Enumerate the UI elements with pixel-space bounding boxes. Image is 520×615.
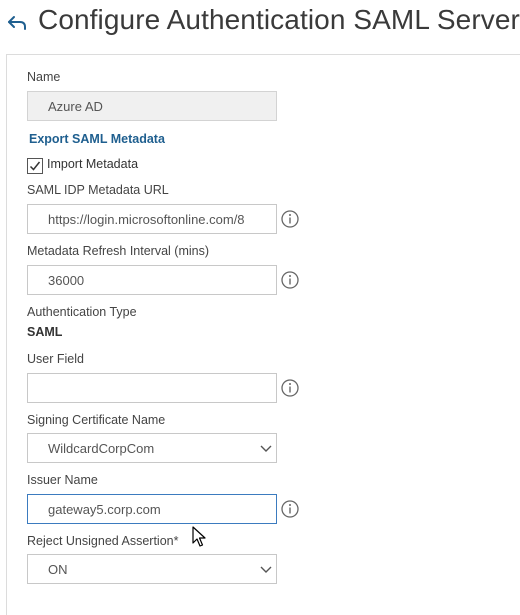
- info-icon[interactable]: [281, 271, 299, 289]
- signing-cert-value: WildcardCorpCom: [48, 441, 155, 456]
- chevron-down-icon: [260, 445, 272, 452]
- export-saml-metadata-link[interactable]: Export SAML Metadata: [29, 132, 165, 146]
- checkmark-icon: [29, 161, 41, 171]
- info-icon[interactable]: [281, 210, 299, 228]
- auth-type-label: Authentication Type: [27, 305, 137, 319]
- idp-url-value: https://login.microsoftonline.com/8: [48, 212, 245, 227]
- refresh-interval-value: 36000: [48, 273, 85, 288]
- signing-cert-select[interactable]: WildcardCorpCom: [27, 433, 277, 463]
- info-icon[interactable]: [281, 379, 299, 397]
- mouse-pointer-icon: [192, 526, 206, 547]
- issuer-name-input[interactable]: gateway5.corp.com: [27, 494, 277, 524]
- reject-unsigned-value: ON: [48, 562, 68, 577]
- user-field-label: User Field: [27, 352, 84, 366]
- info-icon[interactable]: [281, 500, 299, 518]
- name-field: Azure AD: [27, 91, 277, 121]
- back-arrow-icon[interactable]: [6, 12, 28, 34]
- chevron-down-icon: [260, 566, 272, 573]
- page-title: Configure Authentication SAML Server: [38, 4, 520, 35]
- reject-unsigned-select[interactable]: ON: [27, 554, 277, 584]
- page-header: Configure Authentication SAML Server: [0, 0, 520, 50]
- import-metadata-label: Import Metadata: [47, 157, 139, 171]
- signing-cert-label: Signing Certificate Name: [27, 413, 166, 427]
- issuer-name-value: gateway5.corp.com: [48, 502, 161, 517]
- idp-url-label: SAML IDP Metadata URL: [27, 183, 169, 197]
- import-metadata-checkbox[interactable]: [27, 158, 43, 174]
- issuer-name-label: Issuer Name: [27, 473, 98, 487]
- user-field-input[interactable]: [27, 373, 277, 403]
- auth-type-value: SAML: [27, 325, 63, 339]
- refresh-interval-input[interactable]: 36000: [27, 265, 277, 295]
- idp-url-input[interactable]: https://login.microsoftonline.com/8: [27, 204, 277, 234]
- reject-unsigned-label: Reject Unsigned Assertion*: [27, 534, 179, 548]
- name-value: Azure AD: [48, 99, 103, 114]
- refresh-interval-label: Metadata Refresh Interval (mins): [27, 244, 210, 258]
- name-label: Name: [27, 70, 61, 84]
